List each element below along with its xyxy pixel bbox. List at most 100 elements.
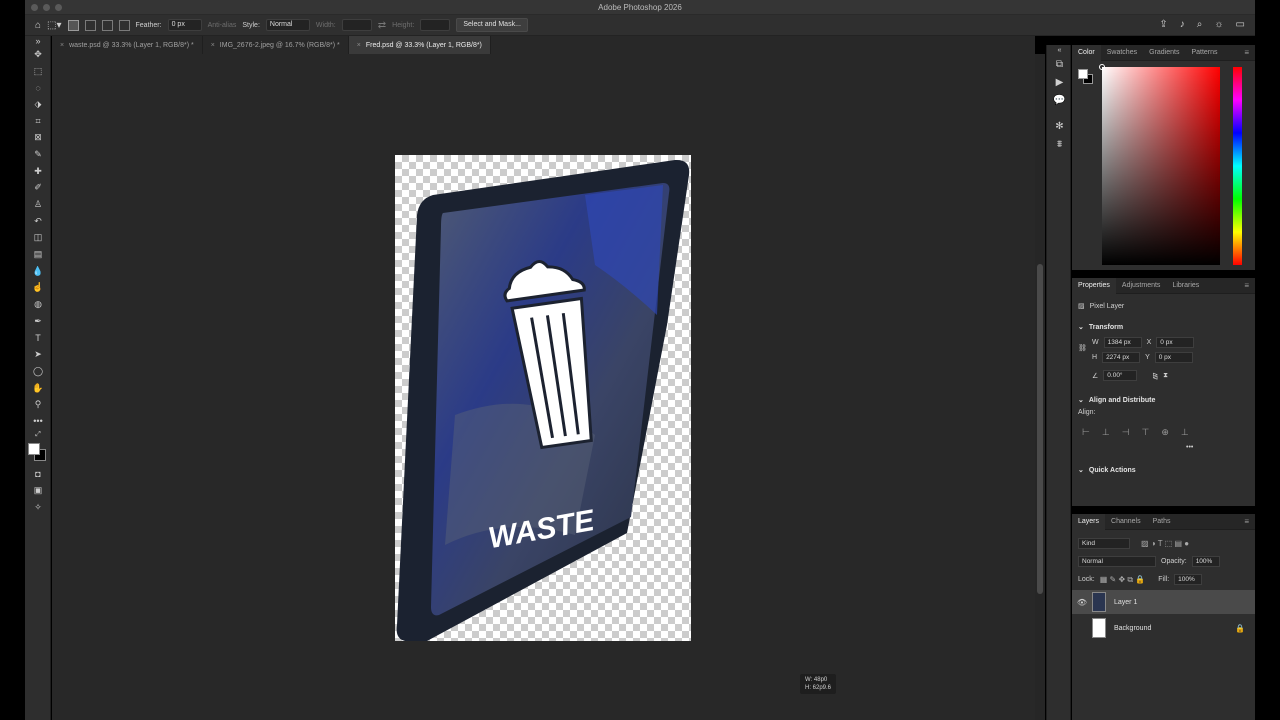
history-brush-tool-icon[interactable]: ↶ xyxy=(25,213,51,230)
close-tab-icon[interactable]: × xyxy=(211,42,215,49)
rectangular-marquee-tool-icon[interactable]: ⬚ xyxy=(25,63,51,80)
path-selection-tool-icon[interactable]: ➤ xyxy=(25,346,51,363)
hand-tool-icon[interactable]: ✋ xyxy=(25,380,51,397)
layer-row-layer-1[interactable]: 👁 Layer 1 xyxy=(1072,590,1255,614)
panel-menu-icon[interactable]: ≡ xyxy=(1244,48,1249,57)
close-tab-icon[interactable]: × xyxy=(357,42,361,49)
eyedropper-tool-icon[interactable]: ✎ xyxy=(25,146,51,163)
smudge-tool-icon[interactable]: ☝ xyxy=(25,280,51,297)
add-to-selection-button[interactable] xyxy=(84,19,96,31)
screen-mode-icon[interactable]: ▣ xyxy=(25,483,51,500)
measure-icon[interactable]: ⩩ xyxy=(1047,135,1072,153)
dodge-tool-icon[interactable]: ◍ xyxy=(25,296,51,313)
workspace-icon[interactable]: ▭ xyxy=(1236,19,1245,30)
lock-options-icons[interactable]: ▦ ✎ ✥ ⧉ 🔒 xyxy=(1100,575,1146,585)
frame-tool-icon[interactable]: ⊠ xyxy=(25,129,51,146)
tab-patterns[interactable]: Patterns xyxy=(1185,45,1223,61)
tab-channels[interactable]: Channels xyxy=(1105,514,1147,530)
panel-menu-icon[interactable]: ≡ xyxy=(1244,517,1249,526)
notifications-icon[interactable]: ♪ xyxy=(1180,19,1185,30)
healing-brush-tool-icon[interactable]: ✚ xyxy=(25,163,51,180)
actions-play-icon[interactable]: ▶ xyxy=(1047,73,1072,91)
layer-name[interactable]: Layer 1 xyxy=(1114,599,1255,606)
anti-alias-checkbox[interactable]: Anti-alias xyxy=(208,22,237,29)
zoom-tool-icon[interactable]: ⚲ xyxy=(25,396,51,413)
chevron-down-icon[interactable]: ⌄ xyxy=(1078,466,1084,474)
home-icon[interactable]: ⌂ xyxy=(35,20,41,31)
move-tool-icon[interactable]: ✥ xyxy=(25,46,51,63)
fill-field[interactable]: 100% xyxy=(1174,574,1203,585)
flip-vertical-icon[interactable]: ⧗ xyxy=(1163,372,1168,380)
x-field[interactable]: 0 px xyxy=(1156,337,1195,348)
hue-slider[interactable] xyxy=(1233,67,1242,265)
tab-libraries[interactable]: Libraries xyxy=(1166,278,1205,294)
saturation-brightness-field[interactable] xyxy=(1099,64,1220,265)
swap-dimensions-icon[interactable]: ⇄ xyxy=(378,20,386,31)
tab-paths[interactable]: Paths xyxy=(1147,514,1177,530)
blend-mode-select[interactable]: Normal xyxy=(1078,556,1156,567)
clone-stamp-tool-icon[interactable]: ♙ xyxy=(25,196,51,213)
lasso-tool-icon[interactable]: ◌ xyxy=(25,79,51,96)
generative-fill-icon[interactable]: ✧ xyxy=(25,499,51,516)
toolbar-collapse-icon[interactable]: » xyxy=(25,36,51,46)
visibility-eye-icon[interactable]: 👁 xyxy=(1072,598,1092,607)
height-field[interactable]: 2274 px xyxy=(1102,352,1141,363)
comments-icon[interactable]: 💬 xyxy=(1047,91,1072,109)
eraser-tool-icon[interactable]: ◫ xyxy=(25,230,51,247)
blur-tool-icon[interactable]: 💧 xyxy=(25,263,51,280)
opacity-field[interactable]: 100% xyxy=(1191,556,1220,567)
layer-row-background[interactable]: Background 🔒 xyxy=(1072,616,1255,640)
flip-horizontal-icon[interactable]: ⧎ xyxy=(1152,372,1158,380)
feather-input[interactable]: 0 px xyxy=(167,19,202,31)
width-field[interactable]: 1384 px xyxy=(1103,337,1142,348)
color-marker[interactable] xyxy=(1099,64,1105,70)
align-center-icon[interactable]: ⊥ xyxy=(1102,427,1110,438)
brush-settings-icon[interactable]: ✻ xyxy=(1047,117,1072,135)
history-icon[interactable]: ⧉ xyxy=(1047,55,1072,73)
link-dimensions-icon[interactable]: ⛓ xyxy=(1078,344,1087,352)
picker-foreground-swatch[interactable] xyxy=(1078,69,1088,79)
crop-tool-icon[interactable]: ⌗ xyxy=(25,113,51,130)
subtract-from-selection-button[interactable] xyxy=(101,19,113,31)
tab-color[interactable]: Color xyxy=(1072,44,1101,61)
tab-img-2676[interactable]: × IMG_2676-2.jpeg @ 16.7% (RGB/8*) * xyxy=(203,36,349,54)
tab-gradients[interactable]: Gradients xyxy=(1143,45,1185,61)
align-middle-icon[interactable]: ⊕ xyxy=(1161,427,1169,438)
width-input[interactable] xyxy=(341,19,372,31)
tab-layers[interactable]: Layers xyxy=(1072,513,1106,530)
align-left-icon[interactable]: ⊢ xyxy=(1082,427,1090,438)
color-swatches[interactable] xyxy=(25,440,51,466)
height-input[interactable] xyxy=(420,19,451,31)
chevron-down-icon[interactable]: ⌄ xyxy=(1078,396,1084,404)
search-icon[interactable]: ⌕ xyxy=(1197,19,1203,30)
align-top-icon[interactable]: ⊤ xyxy=(1142,427,1150,438)
align-bottom-icon[interactable]: ⊥ xyxy=(1181,427,1189,438)
close-tab-icon[interactable]: × xyxy=(60,42,64,49)
share-icon[interactable]: ⇪ xyxy=(1159,19,1167,30)
canvas-vertical-scrollbar[interactable] xyxy=(1035,54,1045,720)
align-right-icon[interactable]: ⊣ xyxy=(1122,427,1130,438)
ellipse-tool-icon[interactable]: ◯ xyxy=(25,363,51,380)
new-selection-button[interactable] xyxy=(67,19,79,31)
panel-menu-icon[interactable]: ≡ xyxy=(1244,281,1249,290)
filter-kind-select[interactable]: Kind xyxy=(1078,538,1130,549)
layer-name[interactable]: Background xyxy=(1114,625,1235,632)
tab-waste-psd[interactable]: × waste.psd @ 33.3% (Layer 1, RGB/8*) * xyxy=(52,36,203,54)
marquee-tool-preset-icon[interactable]: ⬚▾ xyxy=(47,20,61,31)
discover-icon[interactable]: ☼ xyxy=(1214,19,1223,30)
angle-field[interactable]: 0.00° xyxy=(1103,370,1138,381)
document-canvas[interactable]: WASTE xyxy=(395,155,691,641)
object-selection-tool-icon[interactable]: ⬗ xyxy=(25,96,51,113)
canvas-area[interactable]: WASTE W: 48p0 H: 62p9.6 xyxy=(52,54,1035,720)
foreground-color-swatch[interactable] xyxy=(28,442,40,455)
scrollbar-thumb[interactable] xyxy=(1037,264,1043,594)
pen-tool-icon[interactable]: ✒ xyxy=(25,313,51,330)
more-options-icon[interactable]: ••• xyxy=(1186,444,1193,451)
type-tool-icon[interactable]: T xyxy=(25,330,51,347)
tab-fred-psd[interactable]: × Fred.psd @ 33.3% (Layer 1, RGB/8*) xyxy=(348,36,491,54)
style-select[interactable]: Normal xyxy=(265,19,310,31)
collapse-panels-icon[interactable]: « xyxy=(1047,45,1072,55)
gradient-tool-icon[interactable]: ▤ xyxy=(25,246,51,263)
layer-filter-icons[interactable]: ▨ ◑ T ⬚ ▤ ● xyxy=(1141,539,1189,548)
quick-mask-icon[interactable]: ◘ xyxy=(25,466,51,483)
